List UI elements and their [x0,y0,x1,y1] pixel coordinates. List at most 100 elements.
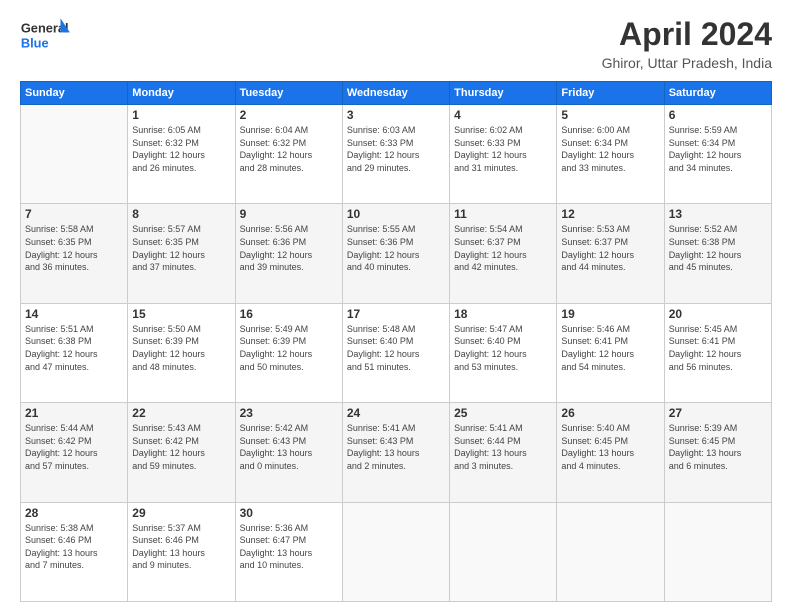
calendar-cell: 21 Sunrise: 5:44 AMSunset: 6:42 PMDayligh… [21,403,128,502]
day-info: Sunrise: 6:03 AMSunset: 6:33 PMDaylight:… [347,124,445,174]
calendar-cell: 30Sunrise: 5:36 AMSunset: 6:47 PMDayligh… [235,502,342,601]
day-info: Sunrise: 5:52 AMSunset: 6:38 PMDaylight:… [669,223,767,273]
day-info: Sunrise: 5:55 AMSunset: 6:36 PMDaylight:… [347,223,445,273]
calendar-cell: 4 Sunrise: 6:02 AMSunset: 6:33 PMDaylight… [450,105,557,204]
day-info: Sunrise: 5:38 AMSunset: 6:46 PMDaylight:… [25,522,123,572]
calendar-cell: 17Sunrise: 5:48 AMSunset: 6:40 PMDayligh… [342,303,449,402]
day-info: Sunrise: 5:42 AMSunset: 6:43 PMDaylight:… [240,422,338,472]
day-info: Sunrise: 5:54 AMSunset: 6:37 PMDaylight:… [454,223,552,273]
day-number: 4 [454,108,552,122]
day-info: Sunrise: 5:45 AMSunset: 6:41 PMDaylight:… [669,323,767,373]
day-number: 18 [454,307,552,321]
day-number: 3 [347,108,445,122]
day-number: 11 [454,207,552,221]
day-info: Sunrise: 5:48 AMSunset: 6:40 PMDaylight:… [347,323,445,373]
calendar-cell: 19 Sunrise: 5:46 AMSunset: 6:41 PMDayligh… [557,303,664,402]
day-number: 10 [347,207,445,221]
day-info: Sunrise: 5:50 AMSunset: 6:39 PMDaylight:… [132,323,230,373]
calendar-cell [664,502,771,601]
day-info: Sunrise: 5:37 AMSunset: 6:46 PMDaylight:… [132,522,230,572]
day-info: Sunrise: 5:56 AMSunset: 6:36 PMDaylight:… [240,223,338,273]
day-number: 6 [669,108,767,122]
calendar-cell: 9 Sunrise: 5:56 AMSunset: 6:36 PMDaylight… [235,204,342,303]
day-info: Sunrise: 5:39 AMSunset: 6:45 PMDaylight:… [669,422,767,472]
calendar-cell: 24 Sunrise: 5:41 AMSunset: 6:43 PMDayligh… [342,403,449,502]
subtitle: Ghiror, Uttar Pradesh, India [602,55,772,71]
day-info: Sunrise: 6:00 AMSunset: 6:34 PMDaylight:… [561,124,659,174]
day-number: 24 [347,406,445,420]
day-number: 21 [25,406,123,420]
day-number: 7 [25,207,123,221]
day-info: Sunrise: 5:41 AMSunset: 6:43 PMDaylight:… [347,422,445,472]
calendar-cell: 27 Sunrise: 5:39 AMSunset: 6:45 PMDayligh… [664,403,771,502]
day-number: 2 [240,108,338,122]
day-number: 16 [240,307,338,321]
day-info: Sunrise: 5:51 AMSunset: 6:38 PMDaylight:… [25,323,123,373]
day-number: 5 [561,108,659,122]
day-info: Sunrise: 5:41 AMSunset: 6:44 PMDaylight:… [454,422,552,472]
day-number: 9 [240,207,338,221]
calendar-cell [450,502,557,601]
calendar-cell: 15 Sunrise: 5:50 AMSunset: 6:39 PMDayligh… [128,303,235,402]
calendar-cell: 20 Sunrise: 5:45 AMSunset: 6:41 PMDayligh… [664,303,771,402]
day-number: 12 [561,207,659,221]
day-info: Sunrise: 5:47 AMSunset: 6:40 PMDaylight:… [454,323,552,373]
day-info: Sunrise: 6:02 AMSunset: 6:33 PMDaylight:… [454,124,552,174]
calendar-cell: 12 Sunrise: 5:53 AMSunset: 6:37 PMDayligh… [557,204,664,303]
calendar-cell: 26Sunrise: 5:40 AMSunset: 6:45 PMDayligh… [557,403,664,502]
day-number: 14 [25,307,123,321]
calendar-cell: 14 Sunrise: 5:51 AMSunset: 6:38 PMDayligh… [21,303,128,402]
header: General Blue April 2024 Ghiror, Uttar Pr… [20,16,772,71]
day-number: 1 [132,108,230,122]
day-info: Sunrise: 5:53 AMSunset: 6:37 PMDaylight:… [561,223,659,273]
day-number: 20 [669,307,767,321]
calendar-cell: 8Sunrise: 5:57 AMSunset: 6:35 PMDaylight… [128,204,235,303]
day-info: Sunrise: 5:44 AMSunset: 6:42 PMDaylight:… [25,422,123,472]
calendar-cell: 29 Sunrise: 5:37 AMSunset: 6:46 PMDayligh… [128,502,235,601]
day-number: 13 [669,207,767,221]
calendar-header-wednesday: Wednesday [342,82,449,105]
calendar-cell [21,105,128,204]
title-section: April 2024 Ghiror, Uttar Pradesh, India [602,16,772,71]
day-info: Sunrise: 5:43 AMSunset: 6:42 PMDaylight:… [132,422,230,472]
day-number: 15 [132,307,230,321]
day-info: Sunrise: 6:05 AMSunset: 6:32 PMDaylight:… [132,124,230,174]
logo: General Blue [20,16,80,51]
calendar-cell: 3 Sunrise: 6:03 AMSunset: 6:33 PMDaylight… [342,105,449,204]
day-number: 28 [25,506,123,520]
calendar-cell: 28 Sunrise: 5:38 AMSunset: 6:46 PMDayligh… [21,502,128,601]
calendar-header-saturday: Saturday [664,82,771,105]
logo-icon: General Blue [20,16,80,51]
calendar-header-sunday: Sunday [21,82,128,105]
calendar-cell: 2 Sunrise: 6:04 AMSunset: 6:32 PMDaylight… [235,105,342,204]
calendar-cell: 18 Sunrise: 5:47 AMSunset: 6:40 PMDayligh… [450,303,557,402]
day-info: Sunrise: 6:04 AMSunset: 6:32 PMDaylight:… [240,124,338,174]
calendar-cell: 10 Sunrise: 5:55 AMSunset: 6:36 PMDayligh… [342,204,449,303]
day-number: 29 [132,506,230,520]
day-info: Sunrise: 5:49 AMSunset: 6:39 PMDaylight:… [240,323,338,373]
day-info: Sunrise: 5:46 AMSunset: 6:41 PMDaylight:… [561,323,659,373]
calendar-cell: 22 Sunrise: 5:43 AMSunset: 6:42 PMDayligh… [128,403,235,502]
calendar-cell: 13 Sunrise: 5:52 AMSunset: 6:38 PMDayligh… [664,204,771,303]
calendar-table: SundayMondayTuesdayWednesdayThursdayFrid… [20,81,772,602]
calendar-header-monday: Monday [128,82,235,105]
day-number: 25 [454,406,552,420]
day-number: 30 [240,506,338,520]
calendar-cell: 11 Sunrise: 5:54 AMSunset: 6:37 PMDayligh… [450,204,557,303]
day-number: 27 [669,406,767,420]
calendar-cell [557,502,664,601]
calendar-header-friday: Friday [557,82,664,105]
day-info: Sunrise: 5:58 AMSunset: 6:35 PMDaylight:… [25,223,123,273]
calendar-header-thursday: Thursday [450,82,557,105]
day-number: 19 [561,307,659,321]
calendar-cell: 6 Sunrise: 5:59 AMSunset: 6:34 PMDaylight… [664,105,771,204]
day-number: 26 [561,406,659,420]
day-number: 23 [240,406,338,420]
day-info: Sunrise: 5:59 AMSunset: 6:34 PMDaylight:… [669,124,767,174]
day-number: 22 [132,406,230,420]
calendar-cell: 5 Sunrise: 6:00 AMSunset: 6:34 PMDaylight… [557,105,664,204]
svg-text:Blue: Blue [21,36,49,51]
main-title: April 2024 [602,16,772,53]
calendar-cell: 16 Sunrise: 5:49 AMSunset: 6:39 PMDayligh… [235,303,342,402]
page: General Blue April 2024 Ghiror, Uttar Pr… [0,0,792,612]
